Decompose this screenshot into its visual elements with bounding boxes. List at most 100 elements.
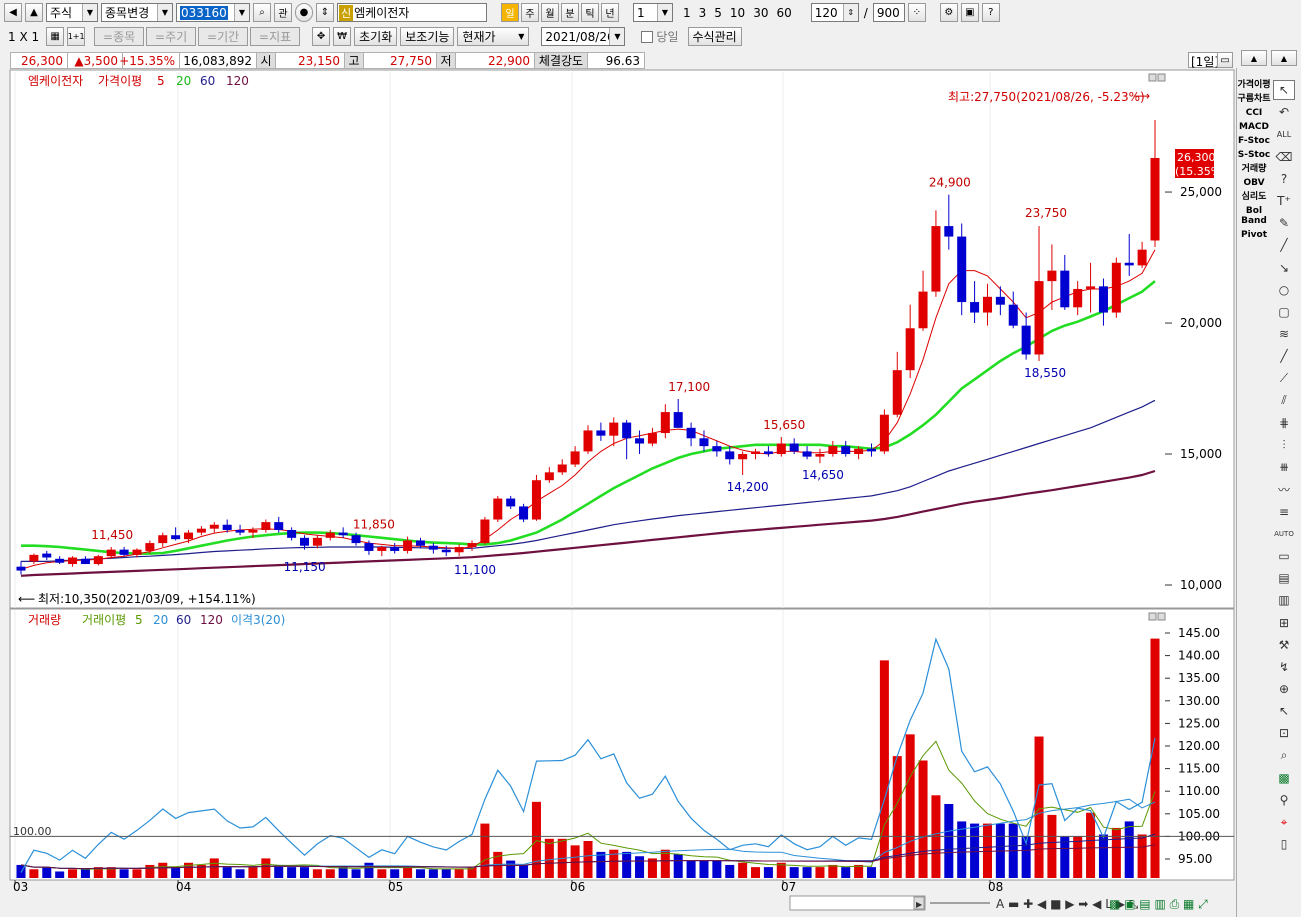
period-button-1[interactable]: 주 bbox=[521, 3, 539, 22]
restore-window-icon[interactable]: ▭ bbox=[1217, 52, 1233, 68]
sync-button-3[interactable]: =지표 bbox=[250, 27, 301, 46]
grid-lines-icon[interactable]: ⧻ bbox=[1273, 457, 1295, 477]
minute-button-3[interactable]: 3 bbox=[696, 3, 710, 22]
candle-body[interactable] bbox=[377, 547, 387, 551]
indicator-3[interactable]: MACD bbox=[1237, 122, 1271, 132]
aux-function-button[interactable]: 보조기능 bbox=[400, 27, 455, 46]
candle-body[interactable] bbox=[68, 557, 78, 565]
candle-body[interactable] bbox=[982, 296, 992, 313]
line-icon[interactable]: ╱ bbox=[1273, 235, 1295, 255]
candle-body[interactable] bbox=[1124, 262, 1134, 266]
view-count-input[interactable]: 120 ⇕ bbox=[810, 3, 859, 22]
candle-body[interactable] bbox=[261, 522, 271, 530]
candle-body[interactable] bbox=[132, 549, 142, 555]
period-button-3[interactable]: 분 bbox=[561, 3, 579, 22]
candle-body[interactable] bbox=[596, 430, 606, 436]
candle-body[interactable] bbox=[776, 443, 786, 455]
candle-body[interactable] bbox=[196, 528, 206, 533]
sync-button-2[interactable]: =기간 bbox=[198, 27, 249, 46]
candle-body[interactable] bbox=[802, 451, 812, 457]
pane-minimize-icon[interactable] bbox=[1148, 73, 1157, 82]
candle-body[interactable] bbox=[519, 506, 529, 520]
indicator-2[interactable]: CCI bbox=[1237, 108, 1271, 118]
indicator-8[interactable]: 심리도 bbox=[1237, 192, 1271, 202]
settings-grid-icon[interactable]: ⁘ bbox=[907, 3, 926, 22]
candle-body[interactable] bbox=[789, 443, 799, 452]
zigzag-icon[interactable]: ≋ bbox=[1273, 324, 1295, 344]
indicator-9[interactable]: Bol Band bbox=[1237, 206, 1271, 226]
candle-body[interactable] bbox=[93, 556, 103, 565]
price-tool-icon[interactable]: ↯ bbox=[1273, 657, 1295, 677]
indicator-1[interactable]: 구름차트 bbox=[1237, 94, 1271, 104]
candle-body[interactable] bbox=[931, 226, 941, 292]
updown-spinner-icon[interactable]: ⇕ bbox=[316, 3, 334, 22]
candle-body[interactable] bbox=[570, 451, 580, 465]
candle-body[interactable] bbox=[1060, 270, 1070, 308]
page-icon[interactable]: ▯ bbox=[1273, 834, 1295, 854]
reset-button[interactable]: 초기화 bbox=[354, 27, 398, 46]
speed-icon[interactable]: ≡ bbox=[1273, 502, 1295, 522]
minute-button-5[interactable]: 5 bbox=[711, 3, 725, 22]
change-stock-select[interactable]: 종목변경 ▼ bbox=[101, 3, 173, 22]
candle-body[interactable] bbox=[312, 537, 322, 546]
candle-body[interactable] bbox=[16, 566, 26, 571]
today-checkbox[interactable] bbox=[641, 30, 654, 43]
cursor-icon[interactable]: ↖ bbox=[1273, 80, 1295, 100]
indicator-10[interactable]: Pivot bbox=[1237, 230, 1271, 240]
candle-body[interactable] bbox=[738, 454, 748, 460]
candle-body[interactable] bbox=[364, 543, 374, 551]
period-button-2[interactable]: 월 bbox=[541, 3, 559, 22]
total-count-input[interactable]: 900 bbox=[872, 3, 905, 22]
undo-icon[interactable]: ↶ bbox=[1273, 102, 1295, 122]
sync-button-0[interactable]: =종목 bbox=[94, 27, 145, 46]
formula-manage-button[interactable]: 수식관리 bbox=[687, 27, 742, 46]
candle-body[interactable] bbox=[209, 524, 219, 529]
cycle-icon[interactable]: ⫶ bbox=[1273, 435, 1295, 455]
candle-body[interactable] bbox=[299, 537, 310, 546]
candle-body[interactable] bbox=[557, 464, 567, 473]
indicator-7[interactable]: OBV bbox=[1237, 178, 1271, 188]
minute-button-1[interactable]: 1 bbox=[680, 3, 694, 22]
candle-body[interactable] bbox=[957, 236, 967, 303]
candle-body[interactable] bbox=[970, 302, 980, 313]
candle-body[interactable] bbox=[879, 414, 889, 452]
indicator-4[interactable]: F-Stoc bbox=[1237, 136, 1271, 146]
candle-body[interactable] bbox=[531, 480, 541, 520]
candle-body[interactable] bbox=[222, 524, 232, 530]
candle-body[interactable] bbox=[351, 535, 361, 544]
pane-minimize-icon[interactable] bbox=[1148, 612, 1157, 621]
wave-icon[interactable]: ₩ bbox=[333, 27, 352, 46]
arrow-line-icon[interactable]: ↘ bbox=[1273, 258, 1295, 278]
fan-icon[interactable]: ⟋ bbox=[1273, 368, 1295, 388]
candle-body[interactable] bbox=[763, 451, 773, 455]
candle-body[interactable] bbox=[1073, 288, 1083, 308]
candle-body[interactable] bbox=[454, 547, 464, 553]
candle-body[interactable] bbox=[751, 451, 761, 455]
help-icon[interactable]: ? bbox=[1273, 169, 1295, 189]
period-button-4[interactable]: 틱 bbox=[581, 3, 599, 22]
pointer-tool-icon[interactable]: ↖ bbox=[1273, 701, 1295, 721]
prev-stock-icon[interactable]: ◀ bbox=[4, 3, 22, 22]
candle-body[interactable] bbox=[905, 328, 915, 371]
candle-body[interactable] bbox=[892, 370, 902, 415]
candle-body[interactable] bbox=[635, 438, 645, 444]
up-arrow-icon[interactable]: ▲ bbox=[25, 3, 43, 22]
indicator-0[interactable]: 가격이평 bbox=[1237, 80, 1271, 90]
candle-body[interactable] bbox=[995, 296, 1005, 305]
layout-button[interactable]: 1 X 1 bbox=[4, 27, 43, 46]
price-type-select[interactable]: 현재가 ▼ bbox=[457, 27, 530, 46]
gear-icon[interactable]: ⚙ bbox=[939, 3, 958, 22]
candle-body[interactable] bbox=[403, 540, 413, 551]
candle-body[interactable] bbox=[106, 549, 116, 557]
save-icon[interactable]: ▣ bbox=[960, 3, 979, 22]
period-button-0[interactable]: 일 bbox=[501, 3, 519, 22]
candle-body[interactable] bbox=[287, 529, 297, 538]
period-count-select[interactable]: 1 ▼ bbox=[633, 3, 673, 22]
period-button-5[interactable]: 년 bbox=[601, 3, 619, 22]
window-icon[interactable]: ▭ bbox=[1273, 546, 1295, 566]
candle-body[interactable] bbox=[1047, 270, 1057, 282]
candle-body[interactable] bbox=[686, 427, 696, 439]
fibonacci-icon[interactable]: ⋕ bbox=[1273, 413, 1295, 433]
document-icon[interactable]: ▤ bbox=[1273, 568, 1295, 588]
candle-body[interactable] bbox=[660, 412, 670, 434]
